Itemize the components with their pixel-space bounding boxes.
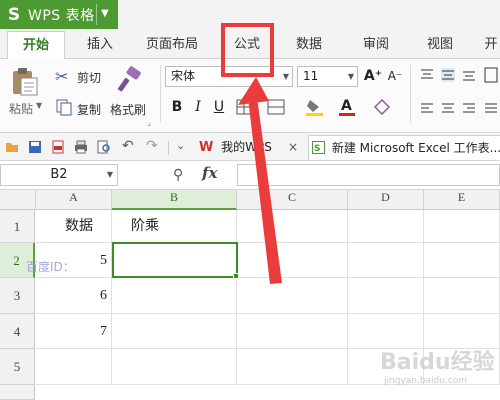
- red-arrow-annotation: [238, 77, 282, 284]
- watermark-text: 百度ID：: [26, 260, 75, 274]
- baidu-watermark-url: jingyan.baidu.com: [384, 376, 468, 386]
- baidu-watermark-logo: Baidu经验: [380, 350, 495, 375]
